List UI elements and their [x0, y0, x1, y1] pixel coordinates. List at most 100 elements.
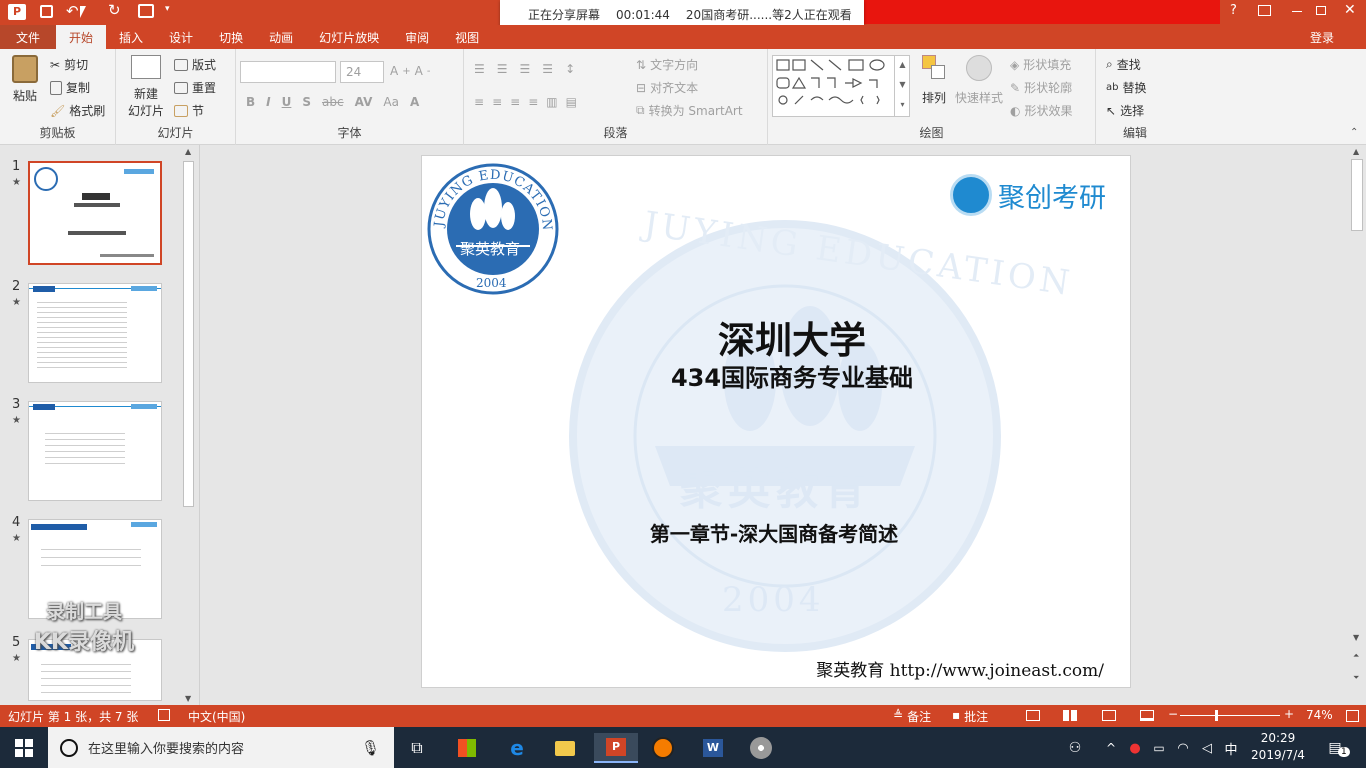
zoom-out-button[interactable]: − [1168, 707, 1178, 721]
font-name-input[interactable] [240, 61, 336, 83]
paste-button[interactable]: 粘贴 [8, 55, 42, 115]
zoom-in-button[interactable]: + [1284, 707, 1294, 721]
font-size-input[interactable]: 24 [340, 61, 384, 83]
shadow-icon[interactable]: S [302, 95, 311, 109]
restore-icon[interactable] [1316, 6, 1326, 15]
minimize-icon[interactable] [1292, 11, 1302, 12]
canvas-scroll-down[interactable]: ▼ [1353, 633, 1359, 642]
thumb-scroll-up[interactable]: ▲ [185, 147, 191, 156]
canvas-scroll-thumb[interactable] [1351, 159, 1363, 231]
tab-home[interactable]: 开始 [56, 25, 107, 49]
ribbon-display-icon[interactable] [1258, 5, 1271, 16]
clock[interactable]: 20:29 2019/7/4 [1246, 730, 1310, 764]
spellcheck-icon[interactable] [158, 709, 170, 721]
zoom-slider-thumb[interactable] [1215, 710, 1218, 721]
file-explorer-icon[interactable] [550, 733, 580, 763]
slide-footer[interactable]: 聚英教育 http://www.joineast.com/ [816, 656, 1104, 681]
login-link[interactable]: 登录 [1297, 25, 1366, 49]
reading-view-icon[interactable] [1102, 710, 1116, 721]
find-button[interactable]: ⌕ 查找 [1106, 56, 1141, 73]
tab-transitions[interactable]: 切换 [206, 25, 256, 49]
columns-icon[interactable]: ▤ [566, 95, 577, 109]
strikethrough-icon[interactable]: abc [322, 95, 344, 109]
tab-design[interactable]: 设计 [156, 25, 206, 49]
cut-button[interactable]: ✂ 剪切 [50, 56, 88, 73]
customize-qat-icon[interactable]: ▾ [165, 4, 170, 14]
fit-to-window-icon[interactable] [1346, 710, 1359, 722]
thumb-scroll-down[interactable]: ▼ [185, 694, 191, 703]
help-icon[interactable]: ? [1230, 3, 1237, 18]
ime-indicator[interactable]: 中 [1216, 733, 1246, 763]
powerpoint-taskbar-icon[interactable]: P [594, 733, 638, 763]
italic-icon[interactable]: I [266, 95, 270, 109]
next-slide-icon[interactable]: ⏷ [1353, 673, 1359, 683]
sorter-view-icon[interactable] [1063, 710, 1077, 721]
microphone-icon[interactable]: 🎙 [361, 739, 380, 757]
canvas-scroll-up[interactable]: ▲ [1353, 147, 1359, 156]
select-button[interactable]: ↖ 选择 [1106, 102, 1144, 119]
numbering-icon[interactable]: ☰ [497, 62, 508, 76]
replace-button[interactable]: ab 替换 [1106, 79, 1147, 96]
canvas-scrollbar[interactable]: ▲ ▼ ⏶ ⏷ [1349, 145, 1366, 705]
tab-insert[interactable]: 插入 [106, 25, 156, 49]
decrease-indent-icon[interactable]: ☰ [520, 62, 531, 76]
arrange-button[interactable]: 排列 [916, 55, 952, 106]
slide-thumbnail-1[interactable] [28, 161, 162, 265]
start-button[interactable] [9, 733, 39, 763]
slide-title[interactable]: 深圳大学 [422, 310, 1130, 364]
zoom-level[interactable]: 74% [1306, 708, 1333, 722]
store-icon[interactable] [452, 733, 482, 763]
save-icon[interactable] [40, 5, 53, 18]
edge-icon[interactable]: e [502, 733, 532, 763]
font-color-icon[interactable]: A [410, 95, 419, 109]
close-icon[interactable]: ✕ [1344, 2, 1356, 18]
tab-view[interactable]: 视图 [442, 25, 492, 49]
media-disc-icon[interactable] [746, 733, 776, 763]
gallery-scroll[interactable]: ▲ ▼ ▾ [894, 55, 910, 117]
list-buttons[interactable]: ☰ ☰ ☰ ☰ ↕ [474, 62, 575, 76]
bold-icon[interactable]: B [246, 95, 255, 109]
bullets-icon[interactable]: ☰ [474, 62, 485, 76]
format-painter-button[interactable]: 🖌 格式刷 [50, 102, 105, 119]
slide[interactable]: 聚英教育 2004 JUYING EDUCATION JUYING EDUCAT… [421, 155, 1131, 688]
line-spacing-icon[interactable]: ↕ [565, 62, 575, 76]
slide-chapter[interactable]: 第一章节-深大国商备考简述 [422, 518, 1130, 547]
align-text-button[interactable]: ⊟ 对齐文本 [636, 79, 698, 96]
slide-thumbnail-2[interactable] [28, 283, 162, 383]
align-center-icon[interactable]: ≡ [492, 95, 502, 109]
zoom-slider[interactable] [1180, 710, 1280, 721]
language-indicator[interactable]: 中文(中国) [188, 708, 245, 725]
increase-indent-icon[interactable]: ☰ [542, 62, 553, 76]
comments-button[interactable]: ▪ 批注 [952, 708, 988, 725]
smartart-button[interactable]: ⧉ 转换为 SmartArt [636, 102, 743, 119]
justify-icon[interactable]: ≡ [528, 95, 538, 109]
slide-subtitle[interactable]: 434国际商务专业基础 [422, 358, 1130, 393]
word-icon[interactable]: W [698, 733, 728, 763]
shapes-gallery[interactable] [772, 55, 910, 117]
notes-button[interactable]: ≜ 备注 [893, 708, 931, 725]
shape-effects-button[interactable]: ◐ 形状效果 [1010, 102, 1073, 119]
prev-slide-icon[interactable]: ⏶ [1353, 651, 1359, 661]
text-direction-button[interactable]: ⇅ 文字方向 [636, 56, 698, 73]
quick-styles-button[interactable]: 快速样式 [954, 55, 1004, 106]
change-case-icon[interactable]: Aa [383, 95, 399, 109]
align-buttons[interactable]: ≡ ≡ ≡ ≡ ▥ ▤ [474, 95, 577, 109]
tab-animations[interactable]: 动画 [256, 25, 306, 49]
collapse-ribbon-icon[interactable]: ⌃ [1350, 127, 1358, 138]
layout-button[interactable]: 版式 [174, 56, 216, 73]
copy-button[interactable]: 复制 [50, 79, 90, 96]
align-left-icon[interactable]: ≡ [474, 95, 484, 109]
new-slide-button[interactable]: 新建 幻灯片 [122, 55, 170, 119]
tab-review[interactable]: 审阅 [392, 25, 442, 49]
shape-outline-button[interactable]: ✎ 形状轮廓 [1010, 79, 1072, 96]
taskbar-search[interactable]: 在这里输入你要搜索的内容 🎙 [48, 727, 394, 768]
shape-fill-button[interactable]: ◈ 形状填充 [1010, 56, 1071, 73]
recorder-app-icon[interactable] [648, 733, 678, 763]
slide-thumbnail-3[interactable] [28, 401, 162, 501]
tab-file[interactable]: 文件 [0, 25, 57, 49]
tab-slideshow[interactable]: 幻灯片放映 [306, 25, 392, 49]
redo-icon[interactable]: ↻ [108, 1, 121, 19]
underline-icon[interactable]: U [282, 95, 292, 109]
task-view-icon[interactable]: ⧉ [402, 733, 432, 763]
distributed-icon[interactable]: ▥ [546, 95, 557, 109]
